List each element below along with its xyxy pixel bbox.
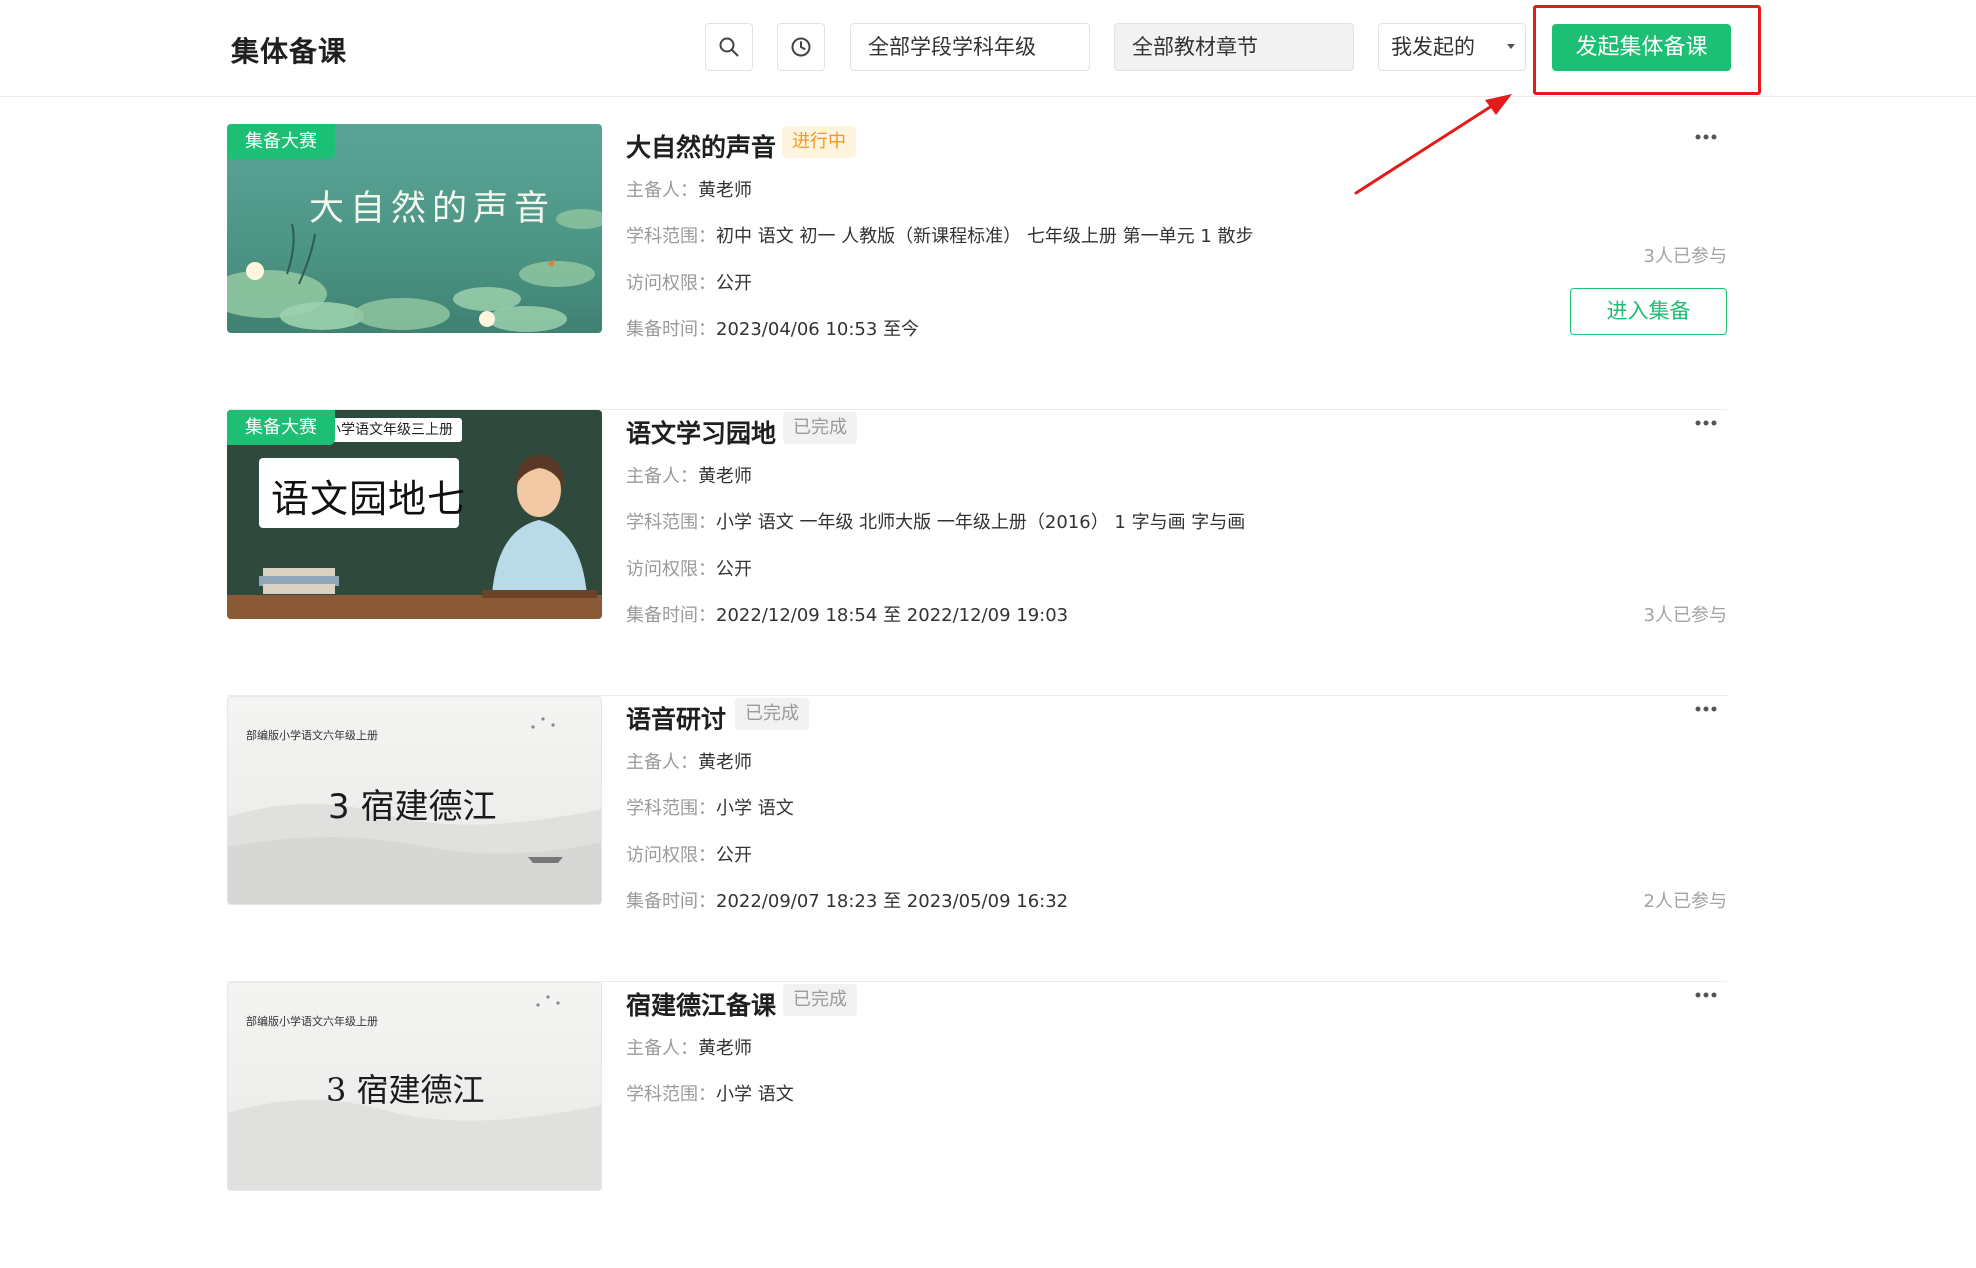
contest-badge: 集备大赛 (227, 124, 335, 159)
access-value: 公开 (716, 845, 752, 866)
scope-row: 学科范围：小学 语文 一年级 北师大版 一年级上册（2016） 1 字与画 字与… (626, 508, 1245, 534)
time-value: 2023/04/06 10:53 至今 (716, 319, 920, 340)
scope-select-value: 我发起的 (1391, 35, 1475, 59)
search-button[interactable] (705, 23, 753, 71)
access-value: 公开 (716, 273, 752, 294)
participant-count: 3人已参与 (1643, 246, 1727, 267)
scope-label: 学科范围： (626, 512, 716, 533)
access-row: 访问权限：公开 (626, 555, 752, 581)
thumbnail-subtitle: 部编版小学语文六年级上册 (246, 1015, 378, 1028)
enter-lesson-button[interactable]: 进入集备 (1570, 288, 1727, 335)
grade-filter[interactable]: 全部学段学科年级 (850, 23, 1090, 71)
access-label: 访问权限： (626, 559, 716, 580)
search-icon (719, 37, 739, 57)
host-row: 主备人：黄老师 (626, 748, 752, 774)
clock-icon (791, 37, 811, 57)
host-value: 黄老师 (698, 752, 752, 773)
lesson-card[interactable]: 部编版小学语文六年级上册 3 宿建德江 语音研讨 已完成 主备人：黄老师 学科范… (227, 696, 1727, 982)
time-label: 集备时间： (626, 319, 716, 340)
scope-value: 小学 语文 (716, 1084, 794, 1105)
lesson-title[interactable]: 语文学习园地 (626, 414, 776, 450)
access-row: 访问权限：公开 (626, 269, 752, 295)
status-badge: 已完成 (735, 698, 809, 730)
lesson-title[interactable]: 大自然的声音 (626, 128, 776, 164)
page-title: 集体备课 (231, 35, 348, 68)
highlight-annotation-box (1533, 5, 1761, 95)
host-row: 主备人：黄老师 (626, 462, 752, 488)
history-button[interactable] (777, 23, 825, 71)
time-row: 集备时间：2023/04/06 10:53 至今 (626, 315, 919, 341)
scope-row: 学科范围：小学 语文 (626, 794, 794, 820)
thumbnail-subtitle: 部编版小学语文六年级上册 (246, 729, 378, 742)
dropdown-arrow-icon (1507, 44, 1515, 49)
more-options-icon[interactable] (1695, 420, 1717, 426)
status-badge: 已完成 (783, 412, 857, 444)
host-label: 主备人： (626, 752, 698, 773)
status-badge: 已完成 (783, 984, 857, 1016)
host-value: 黄老师 (698, 466, 752, 487)
lesson-card[interactable]: 小学语文年级三上册 语文园地七 集备大赛 语文学习园地 已完成 主备人：黄老师 … (227, 410, 1727, 696)
host-label: 主备人： (626, 466, 698, 487)
time-label: 集备时间： (626, 605, 716, 626)
scope-row: 学科范围：小学 语文 (626, 1080, 794, 1106)
time-value: 2022/12/09 18:54 至 2022/12/09 19:03 (716, 605, 1069, 626)
more-options-icon[interactable] (1695, 706, 1717, 712)
contest-badge: 集备大赛 (227, 410, 335, 445)
thumbnail-title: 3 宿建德江 (326, 1071, 485, 1109)
host-value: 黄老师 (698, 180, 752, 201)
lesson-thumbnail[interactable]: 集备大赛 大自然的声音 (227, 124, 602, 333)
scope-select[interactable]: 我发起的 (1378, 23, 1526, 71)
scope-label: 学科范围： (626, 1084, 716, 1105)
chapter-filter[interactable]: 全部教材章节 (1114, 23, 1354, 71)
time-row: 集备时间：2022/09/07 18:23 至 2023/05/09 16:32 (626, 887, 1068, 913)
host-label: 主备人： (626, 180, 698, 201)
scope-label: 学科范围： (626, 798, 716, 819)
more-options-icon[interactable] (1695, 992, 1717, 998)
thumbnail-title: 大自然的声音 (309, 189, 556, 229)
host-value: 黄老师 (698, 1038, 752, 1059)
lesson-card[interactable]: 部编版小学语文六年级上册 3 宿建德江 宿建德江备课 已完成 主备人：黄老师 学… (227, 982, 1727, 1268)
status-badge: 进行中 (782, 126, 856, 158)
access-row: 访问权限：公开 (626, 841, 752, 867)
more-options-icon[interactable] (1695, 134, 1717, 140)
scope-value: 初中 语文 初一 人教版（新课程标准） 七年级上册 第一单元 1 散步 (716, 226, 1254, 247)
participant-count: 3人已参与 (1643, 605, 1727, 626)
host-row: 主备人：黄老师 (626, 1034, 752, 1060)
lesson-thumbnail[interactable]: 部编版小学语文六年级上册 3 宿建德江 (227, 696, 602, 905)
scope-row: 学科范围：初中 语文 初一 人教版（新课程标准） 七年级上册 第一单元 1 散步 (626, 222, 1254, 248)
scope-label: 学科范围： (626, 226, 716, 247)
access-value: 公开 (716, 559, 752, 580)
time-label: 集备时间： (626, 891, 716, 912)
participant-count: 2人已参与 (1643, 891, 1727, 912)
scope-value: 小学 语文 (716, 798, 794, 819)
time-value: 2022/09/07 18:23 至 2023/05/09 16:32 (716, 891, 1069, 912)
thumbnail-title: 3 宿建德江 (328, 787, 497, 827)
host-row: 主备人：黄老师 (626, 176, 752, 202)
lesson-title[interactable]: 宿建德江备课 (626, 986, 776, 1022)
host-label: 主备人： (626, 1038, 698, 1059)
access-label: 访问权限： (626, 845, 716, 866)
scope-value: 小学 语文 一年级 北师大版 一年级上册（2016） 1 字与画 字与画 (716, 512, 1246, 533)
lesson-thumbnail[interactable]: 部编版小学语文六年级上册 3 宿建德江 (227, 982, 602, 1191)
lesson-card[interactable]: 集备大赛 大自然的声音 大自然的声音 进行中 主备人：黄老师 学科范围：初中 语… (227, 124, 1727, 410)
access-label: 访问权限： (626, 273, 716, 294)
lesson-title[interactable]: 语音研讨 (626, 700, 726, 736)
time-row: 集备时间：2022/12/09 18:54 至 2022/12/09 19:03 (626, 601, 1068, 627)
lesson-thumbnail[interactable]: 小学语文年级三上册 语文园地七 集备大赛 (227, 410, 602, 619)
